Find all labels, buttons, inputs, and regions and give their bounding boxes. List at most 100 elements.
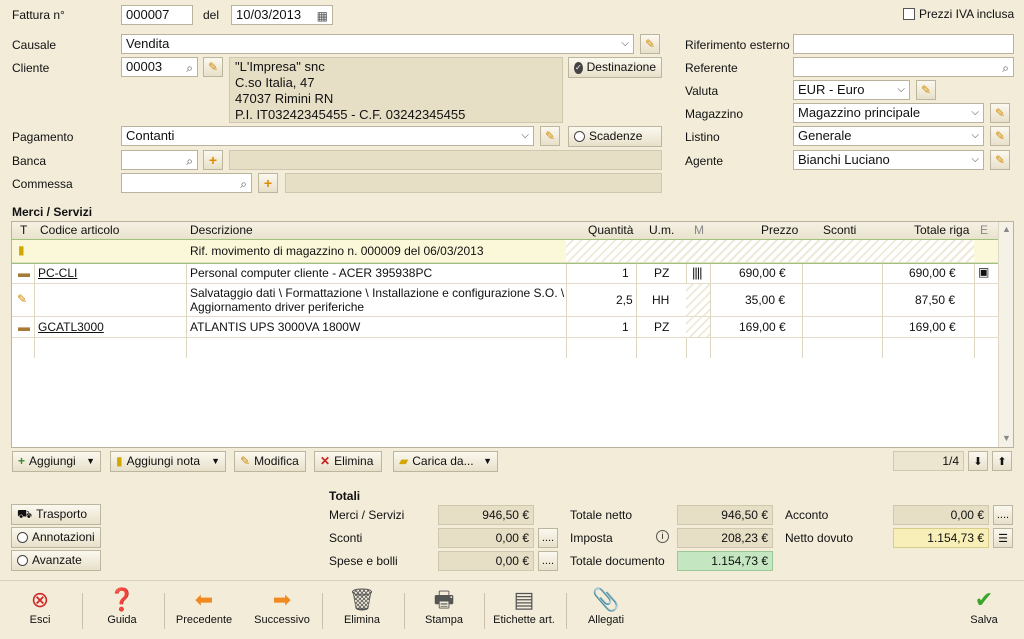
folder-icon: ▰	[399, 454, 409, 468]
dropdown-arrow-icon[interactable]: ▼	[86, 452, 95, 471]
product-icon: ▬	[18, 266, 30, 280]
search-icon[interactable]: ⌕	[186, 59, 193, 76]
causale-value: Vendita	[126, 36, 170, 51]
pagamento-edit-button[interactable]: ✎	[540, 126, 560, 146]
row-code[interactable]: GCATL3000	[38, 320, 104, 334]
col-descrizione[interactable]: Descrizione	[190, 223, 253, 237]
fattura-number-field[interactable]: 000007	[121, 5, 193, 25]
listino-select[interactable]: Generale ⌵	[793, 126, 984, 146]
pagamento-label: Pagamento	[12, 130, 74, 144]
magazzino-select[interactable]: Magazzino principale ⌵	[793, 103, 984, 123]
destinazione-button[interactable]: ✓ Destinazione	[568, 57, 662, 78]
trash-icon: 🗑	[348, 587, 376, 612]
trasporto-button[interactable]: ⛟ Trasporto	[11, 504, 101, 525]
precedente-button[interactable]: ⬅ Precedente	[164, 586, 244, 626]
col-m[interactable]: M	[694, 223, 704, 237]
netto-value: 946,50 €	[677, 505, 773, 525]
col-prezzo[interactable]: Prezzo	[761, 223, 798, 237]
modifica-button[interactable]: ✎ Modifica	[234, 451, 306, 472]
valuta-select[interactable]: EUR - Euro ⌵	[793, 80, 910, 100]
carica-da-button[interactable]: ▰ Carica da... ▼	[393, 451, 498, 472]
table-row[interactable]: ▬ PC-CLI Personal computer cliente - ACE…	[12, 263, 998, 284]
table-row[interactable]: ✎ Salvataggio dati \ Formattazione \ Ins…	[12, 284, 998, 317]
scroll-up-icon[interactable]: ▲	[1002, 224, 1011, 234]
col-totale[interactable]: Totale riga	[914, 223, 969, 237]
table-row[interactable]: ▮ Rif. movimento di magazzino n. 000009 …	[12, 239, 999, 264]
listino-value: Generale	[798, 128, 852, 143]
vertical-scrollbar[interactable]: ▲ ▼	[998, 222, 1013, 447]
info-icon[interactable]: i	[656, 530, 669, 543]
col-t[interactable]: T	[20, 223, 27, 237]
stampa-button[interactable]: 🖶 Stampa	[404, 586, 484, 626]
salva-button[interactable]: ✔ Salva	[944, 586, 1024, 626]
col-um[interactable]: U.m.	[649, 223, 674, 237]
note-icon: ▮	[18, 243, 25, 257]
table-row[interactable]: ▬ GCATL3000 ATLANTIS UPS 3000VA 1800W 1 …	[12, 317, 998, 338]
calendar-icon[interactable]: ▦	[317, 7, 328, 24]
merci-label: Merci / Servizi	[329, 508, 405, 522]
row-code[interactable]: PC-CLI	[38, 266, 77, 280]
allegati-button[interactable]: 📎 Allegati	[566, 586, 646, 626]
banca-field[interactable]: ⌕	[121, 150, 198, 170]
arrow-up-icon: ⬆	[997, 455, 1007, 468]
barcode-icon[interactable]: ||||	[692, 265, 702, 280]
agente-edit-button[interactable]: ✎	[990, 150, 1010, 170]
sconti-more-button[interactable]: ....	[538, 528, 558, 548]
pencil-icon: ✎	[644, 37, 656, 51]
annotazioni-button[interactable]: Annotazioni	[11, 527, 101, 548]
col-sconti[interactable]: Sconti	[823, 223, 856, 237]
elimina-button[interactable]: 🗑 Elimina	[322, 586, 402, 626]
date-field[interactable]: 10/03/2013 ▦	[231, 5, 333, 25]
move-up-button[interactable]: ⬆	[992, 451, 1012, 471]
row-description: ATLANTIS UPS 3000VA 1800W	[190, 320, 361, 334]
modifica-label: Modifica	[254, 454, 299, 468]
acconto-more-button[interactable]: ....	[993, 505, 1013, 525]
search-icon[interactable]: ⌕	[186, 152, 193, 169]
pager-display: 1/4	[893, 451, 964, 471]
rif-esterno-label: Riferimento esterno	[685, 38, 790, 52]
cliente-code-field[interactable]: 00003 ⌕	[121, 57, 198, 77]
dropdown-arrow-icon[interactable]: ▼	[211, 452, 220, 471]
fattura-label: Fattura n°	[12, 8, 65, 22]
commessa-field[interactable]: ⌕	[121, 173, 252, 193]
image-icon[interactable]: ▣	[978, 265, 989, 279]
valuta-edit-button[interactable]: ✎	[916, 80, 936, 100]
row-price: 169,00 €	[739, 320, 786, 334]
sconti-label: Sconti	[329, 531, 363, 545]
prezzi-iva-label: Prezzi IVA inclusa	[919, 7, 1015, 21]
referente-field[interactable]: ⌕	[793, 57, 1014, 77]
prezzi-iva-checkbox[interactable]	[903, 8, 915, 20]
aggiungi-nota-button[interactable]: ▮ Aggiungi nota ▼	[110, 451, 226, 472]
causale-edit-button[interactable]: ✎	[640, 34, 660, 54]
scadenze-button[interactable]: Scadenze	[568, 126, 662, 147]
elimina-row-button[interactable]: ✕ Elimina	[314, 451, 382, 472]
listino-edit-button[interactable]: ✎	[990, 126, 1010, 146]
search-icon[interactable]: ⌕	[240, 175, 247, 192]
pagamento-select[interactable]: Contanti ⌵	[121, 126, 534, 146]
search-icon[interactable]: ⌕	[1002, 59, 1009, 76]
cliente-edit-button[interactable]: ✎	[203, 57, 223, 77]
guida-button[interactable]: ❓ Guida	[82, 586, 162, 626]
dovuto-menu-button[interactable]: ☰	[993, 528, 1013, 548]
scroll-down-icon[interactable]: ▼	[1002, 433, 1011, 443]
move-down-button[interactable]: ⬇	[968, 451, 988, 471]
carica-da-label: Carica da...	[412, 454, 474, 468]
agente-select[interactable]: Bianchi Luciano ⌵	[793, 150, 984, 170]
col-quantita[interactable]: Quantità	[588, 223, 633, 237]
aggiungi-button[interactable]: + Aggiungi ▼	[12, 451, 101, 472]
etichette-button[interactable]: ▤ Etichette art.	[484, 586, 564, 626]
banca-add-button[interactable]: +	[203, 150, 223, 170]
successivo-button[interactable]: ➡ Successivo	[242, 586, 322, 626]
esci-button[interactable]: ⊗ Esci	[0, 586, 80, 626]
commessa-add-button[interactable]: +	[258, 173, 278, 193]
spese-more-button[interactable]: ....	[538, 551, 558, 571]
causale-select[interactable]: Vendita ⌵	[121, 34, 634, 54]
magazzino-edit-button[interactable]: ✎	[990, 103, 1010, 123]
rif-esterno-field[interactable]	[793, 34, 1014, 54]
col-codice[interactable]: Codice articolo	[40, 223, 119, 237]
magazzino-value: Magazzino principale	[798, 105, 921, 120]
chevron-down-icon: ⌵	[897, 84, 905, 95]
dropdown-arrow-icon[interactable]: ▼	[483, 452, 492, 471]
avanzate-button[interactable]: Avanzate	[11, 550, 101, 571]
col-e[interactable]: E	[980, 223, 988, 237]
